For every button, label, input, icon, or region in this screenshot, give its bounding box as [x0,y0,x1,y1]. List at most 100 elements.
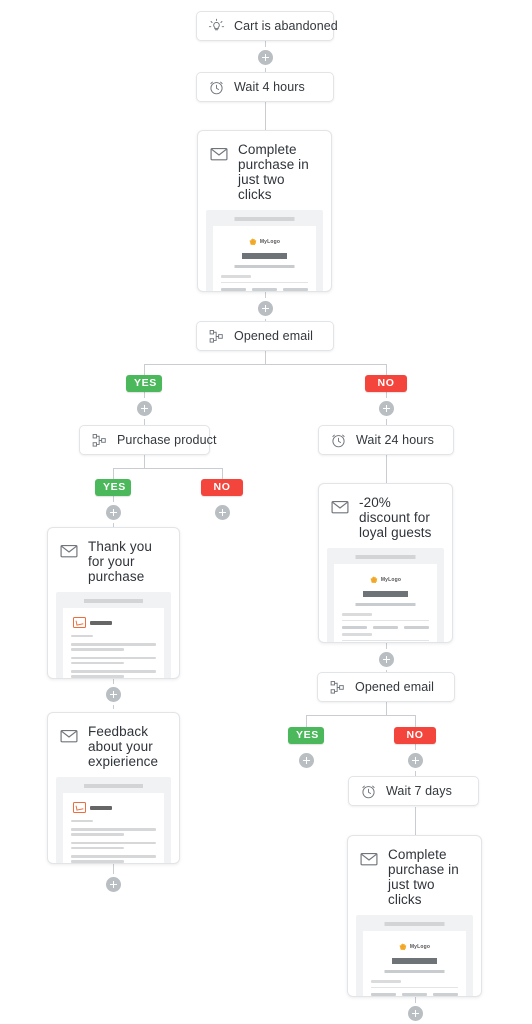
add-step-button[interactable] [258,50,273,65]
preheader-placeholder [75,599,152,603]
connector-line [113,864,114,878]
email-card-header: -20% discount for loyal guests [319,484,452,548]
email-preview: MyLogo [327,548,444,642]
email-card-header: Complete purchase in just two clicks [198,131,331,210]
node-opened-email-2[interactable]: Opened email [317,672,455,702]
node-email-thank-you[interactable]: Thank you for your purchase ftin [47,527,180,679]
greeting-placeholder [71,635,156,638]
node-opened-email-1[interactable]: Opened email [196,321,334,351]
connector-line [113,468,223,469]
connector-line [144,455,145,468]
connector-line [306,715,415,716]
brand-name: MyLogo [409,944,431,950]
email-card-title: Feedback about your expierience [88,724,159,769]
email-card-header: Complete purchase in just two clicks [348,836,481,915]
paragraph-placeholder [71,643,156,651]
envelope-icon [360,853,378,866]
paragraph-placeholder [71,855,156,863]
email-preview: ftin [56,592,171,678]
headline-placeholder [235,253,294,259]
node-label: Opened email [355,680,435,694]
node-label: Opened email [234,329,314,343]
add-step-button[interactable] [137,401,152,416]
add-step-button[interactable] [215,505,230,520]
email-card-title: -20% discount for loyal guests [359,495,432,540]
paragraph-placeholder [71,670,156,678]
sender-logo [73,617,156,628]
clock-icon [362,785,375,798]
add-step-button[interactable] [408,1006,423,1021]
connector-line [144,364,386,365]
headline-placeholder [385,958,444,964]
add-step-button[interactable] [258,301,273,316]
email-card-title: Thank you for your purchase [88,539,152,584]
connector-line [386,702,387,715]
node-label: Cart is abandoned [234,19,338,33]
node-label: Wait 4 hours [234,80,305,94]
connector-line [386,455,387,483]
text-placeholder [342,613,372,616]
node-wait-7-days[interactable]: Wait 7 days [348,776,479,806]
envelope-icon [331,501,349,514]
preheader-placeholder [75,784,152,788]
branch-icon [209,329,223,343]
node-email-complete-purchase[interactable]: Complete purchase in just two clicks MyL… [197,130,332,292]
email-card-header: Feedback about your expierience [48,713,179,777]
clock-icon [210,81,223,94]
branch-badge-no[interactable]: NO [201,479,243,496]
connector-line [265,102,266,130]
email-preview: ftin [56,777,171,863]
email-preview: MyLogo [206,210,323,291]
paragraph-placeholder [71,841,156,850]
add-step-button[interactable] [379,401,394,416]
envelope-icon [60,730,78,743]
node-purchase-product[interactable]: Purchase product [79,425,216,455]
connector-line [415,807,416,835]
add-step-button[interactable] [106,687,121,702]
connector-line [306,715,307,727]
branch-badge-yes[interactable]: YES [126,375,162,392]
connector-line [265,351,266,364]
text-placeholder [342,633,372,636]
branch-badge-yes[interactable]: YES [288,727,324,744]
node-label: Wait 24 hours [356,433,434,447]
product-attrs [342,626,429,629]
text-placeholder [221,275,251,278]
branch-icon [330,680,344,694]
node-email-complete-purchase-2[interactable]: Complete purchase in just two clicks MyL… [347,835,482,997]
add-step-button[interactable] [106,505,121,520]
envelope-icon [210,148,228,161]
email-card-title: Complete purchase in just two clicks [238,142,309,202]
node-cart-is-abandoned[interactable]: Cart is abandoned [196,11,338,41]
brand-star-icon [369,576,378,584]
brand-star-icon [248,238,257,246]
node-wait-4-hours[interactable]: Wait 4 hours [196,72,334,102]
add-step-button[interactable] [379,652,394,667]
text-placeholder [371,980,401,983]
add-step-button[interactable] [106,877,121,892]
branch-icon [92,433,106,447]
add-step-button[interactable] [299,753,314,768]
subline-placeholder [231,265,298,268]
sender-logo [73,802,156,813]
connector-line [415,715,416,727]
node-email-discount[interactable]: -20% discount for loyal guests MyLogo [318,483,453,643]
paragraph-placeholder [71,656,156,665]
paragraph-placeholder [71,828,156,836]
email-card-title: Complete purchase in just two clicks [388,847,459,907]
brand-name: MyLogo [259,239,281,245]
envelope-icon [60,545,78,558]
node-wait-24-hours[interactable]: Wait 24 hours [318,425,454,455]
branch-badge-no[interactable]: NO [394,727,436,744]
node-email-feedback[interactable]: Feedback about your expierience ftin [47,712,180,864]
node-label: Purchase product [117,433,217,447]
workflow-canvas[interactable]: Cart is abandoned Wait 4 hours Complete … [0,0,532,1024]
preheader-placeholder [346,555,425,559]
add-step-button[interactable] [408,753,423,768]
preheader-placeholder [375,922,454,926]
product-attrs [221,288,308,291]
headline-placeholder [356,591,415,597]
branch-badge-yes[interactable]: YES [95,479,131,496]
branch-badge-no[interactable]: NO [365,375,407,392]
preheader-placeholder [225,217,304,221]
